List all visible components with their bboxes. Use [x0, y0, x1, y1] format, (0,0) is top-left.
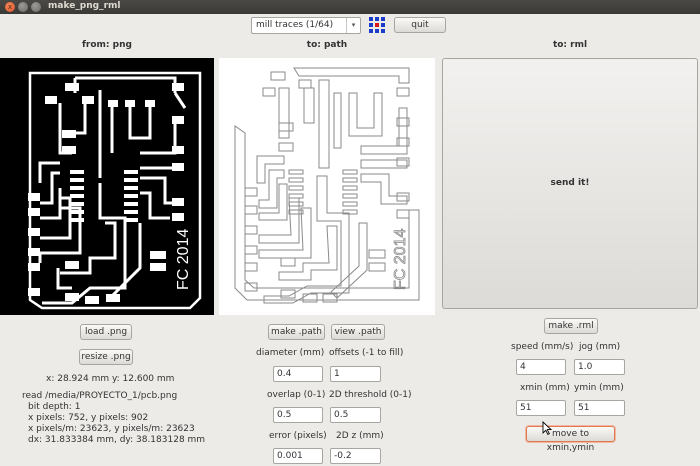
- jog-field[interactable]: 1.0: [574, 359, 625, 375]
- diameter-label: diameter (mm): [256, 348, 325, 358]
- png-info-line: read /media/PROYECTO_1/pcb.png: [22, 391, 178, 401]
- z-depth-label: 2D z (mm): [336, 431, 384, 441]
- path-board-image: FC 2014: [219, 58, 435, 315]
- title-bar: x make_png_rml: [0, 0, 700, 14]
- png-column-header: from: png: [82, 40, 132, 50]
- threshold-label: 2D threshold (0-1): [329, 390, 412, 400]
- z-depth-field[interactable]: -0.2: [330, 448, 381, 464]
- mode-select[interactable]: mill traces (1/64) ▾: [251, 17, 361, 34]
- ymin-label: ymin (mm): [574, 383, 624, 393]
- png-board-label: FC 2014: [175, 229, 192, 290]
- mode-select-value: mill traces (1/64): [256, 20, 334, 30]
- send-it-button[interactable]: send it!: [442, 58, 698, 309]
- minimize-window-icon[interactable]: [18, 2, 28, 12]
- overlap-field[interactable]: 0.5: [273, 407, 323, 423]
- xmin-field[interactable]: 51: [516, 400, 566, 416]
- png-board-image: FC 2014: [0, 58, 214, 315]
- jog-label: jog (mm): [579, 342, 621, 352]
- offsets-label: offsets (-1 to fill): [329, 348, 404, 358]
- resize-png-button[interactable]: resize .png: [79, 349, 133, 365]
- make-rml-button[interactable]: make .rml: [544, 318, 598, 334]
- overlap-label: overlap (0-1): [267, 390, 326, 400]
- ymin-field[interactable]: 51: [574, 400, 625, 416]
- speed-field[interactable]: 4: [516, 359, 566, 375]
- png-info-line: dx: 31.833384 mm, dy: 38.183128 mm: [28, 435, 206, 445]
- move-to-origin-button[interactable]: move to xmin,ymin: [526, 426, 615, 453]
- diameter-field[interactable]: 0.4: [273, 366, 323, 382]
- path-board-label: FC 2014: [392, 229, 409, 290]
- rml-column-header: to: rml: [552, 40, 588, 50]
- xmin-label: xmin (mm): [520, 383, 570, 393]
- offsets-field[interactable]: 1: [330, 366, 381, 382]
- chevron-down-icon[interactable]: ▾: [346, 18, 360, 33]
- threshold-field[interactable]: 0.5: [330, 407, 381, 423]
- png-size-readout: x: 28.924 mm y: 12.600 mm: [46, 374, 175, 384]
- path-preview: FC 2014: [219, 58, 435, 315]
- quit-button[interactable]: quit: [394, 17, 446, 33]
- make-path-button[interactable]: make .path: [268, 324, 325, 340]
- png-info-line: x pixels: 752, y pixels: 902: [28, 413, 149, 423]
- grid-dots-icon[interactable]: [369, 17, 385, 33]
- error-field[interactable]: 0.001: [273, 448, 323, 464]
- load-png-button[interactable]: load .png: [80, 324, 132, 340]
- speed-label: speed (mm/s): [511, 342, 574, 352]
- window-title: make_png_rml: [48, 1, 121, 11]
- png-info-line: bit depth: 1: [28, 402, 81, 412]
- view-path-button[interactable]: view .path: [331, 324, 385, 340]
- mouse-pointer-icon: [542, 421, 552, 435]
- close-window-icon[interactable]: x: [5, 2, 15, 12]
- path-column-header: to: path: [306, 40, 348, 50]
- png-info-line: x pixels/m: 23623, y pixels/m: 23623: [28, 424, 195, 434]
- png-preview: FC 2014: [0, 58, 214, 315]
- maximize-window-icon[interactable]: [31, 2, 41, 12]
- error-label: error (pixels): [269, 431, 327, 441]
